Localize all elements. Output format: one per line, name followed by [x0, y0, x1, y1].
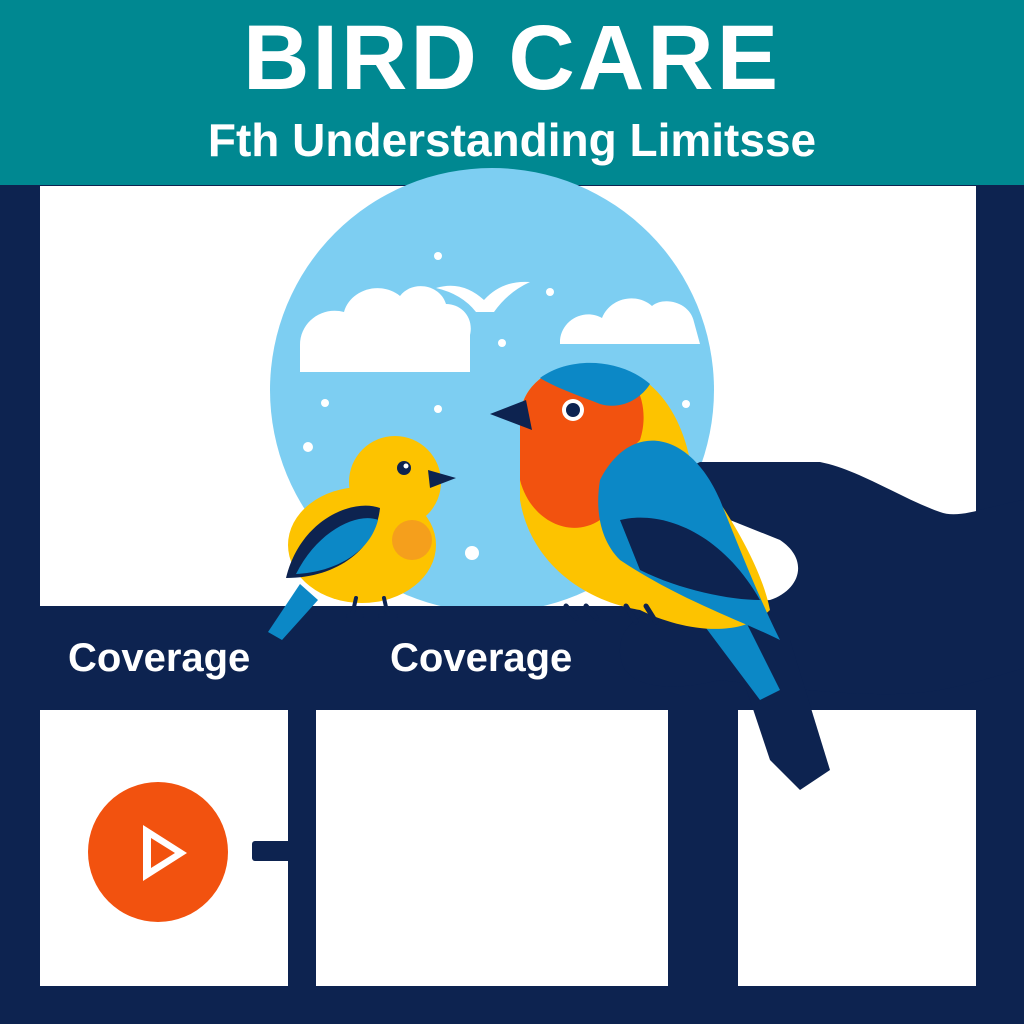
play-icon-hollow: [151, 838, 175, 868]
sparkle-dot: [546, 288, 554, 296]
sparkle-dot: [434, 405, 442, 413]
sparkle-dot: [321, 399, 329, 407]
sparkle-dot: [303, 442, 313, 452]
coverage-label-right: Coverage: [390, 636, 573, 680]
sparkle-dot: [498, 339, 506, 347]
sparkle-dot: [434, 252, 442, 260]
coverage-label-left: Coverage: [68, 636, 251, 680]
page: BIRD CARE Fth Understanding Limitsse Cov…: [0, 0, 1024, 1024]
connector-bar: [252, 841, 312, 861]
sparkle-dot: [682, 400, 690, 408]
sparkle-dot: [465, 546, 479, 560]
